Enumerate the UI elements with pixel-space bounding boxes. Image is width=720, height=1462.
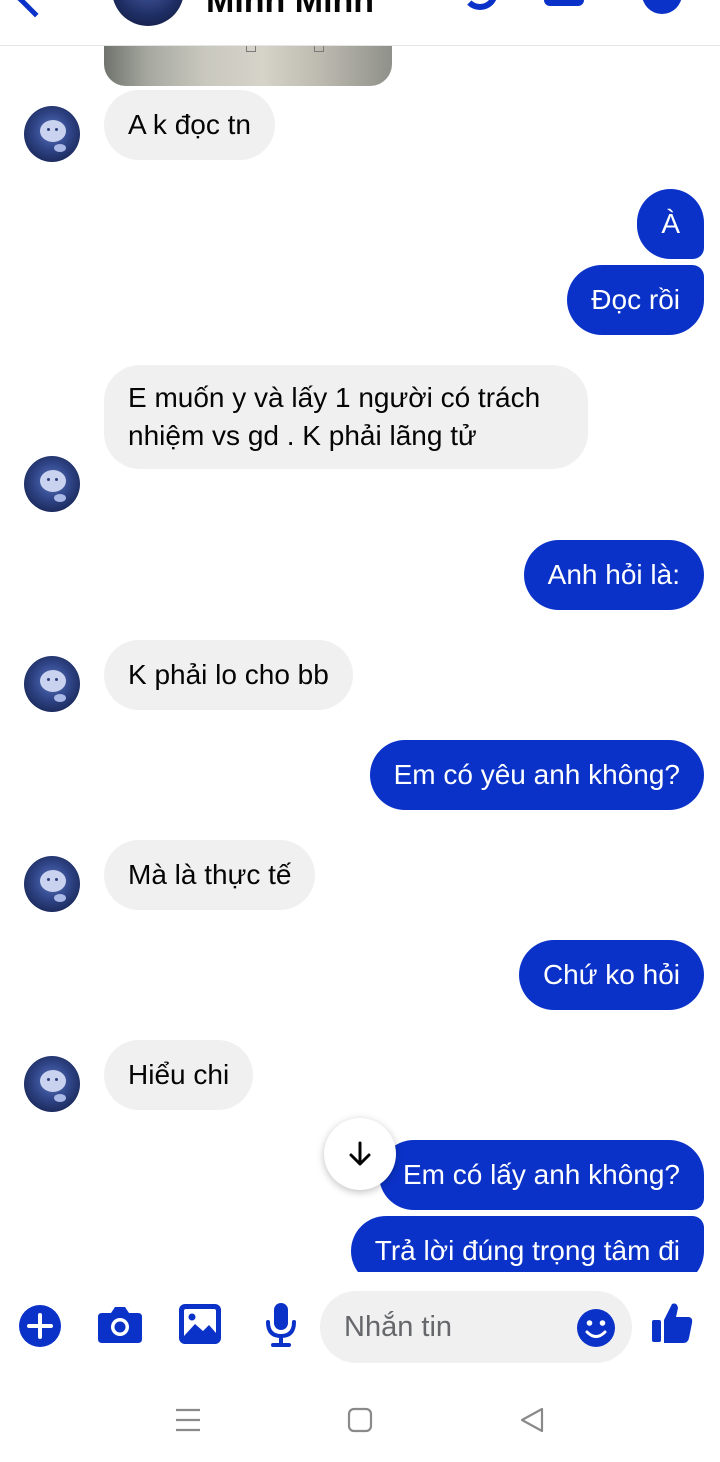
like-icon[interactable] — [650, 1300, 694, 1346]
incoming-message[interactable]: E muốn y và lấy 1 người có trách nhiệm v… — [104, 365, 588, 469]
sender-avatar[interactable] — [24, 1056, 80, 1112]
sender-avatar[interactable] — [24, 106, 80, 162]
sender-avatar[interactable] — [24, 856, 80, 912]
arrow-down-icon — [349, 1141, 371, 1166]
video-icon[interactable] — [544, 0, 584, 6]
menu-icon[interactable] — [174, 1406, 202, 1434]
incoming-message[interactable]: K phải lo cho bb — [104, 640, 353, 710]
info-icon[interactable] — [642, 0, 682, 14]
outgoing-message[interactable]: Trả lời đúng trọng tâm đi — [350, 1216, 704, 1272]
scroll-to-bottom-button[interactable] — [324, 1118, 396, 1190]
outgoing-message[interactable]: À — [637, 189, 704, 259]
image-detail — [314, 46, 324, 52]
back-icon[interactable] — [518, 1406, 546, 1434]
message-list[interactable]: A k đọc tn À Đọc rồi E muốn y và lấy 1 n… — [0, 46, 720, 1272]
phone-icon[interactable] — [462, 0, 498, 10]
back-arrow-icon[interactable] — [16, 0, 54, 18]
shared-screenshot-image[interactable] — [104, 46, 392, 86]
contact-name[interactable]: Minh Minh — [206, 0, 374, 21]
incoming-message[interactable]: Mà là thực tế — [104, 840, 316, 910]
microphone-icon[interactable] — [264, 1302, 298, 1348]
emoji-icon[interactable] — [576, 1308, 616, 1348]
sender-avatar[interactable] — [24, 656, 80, 712]
outgoing-message[interactable]: Em có lấy anh không? — [378, 1140, 704, 1210]
outgoing-message[interactable]: Anh hỏi là: — [523, 540, 704, 610]
home-icon[interactable] — [346, 1406, 374, 1434]
system-navigation-bar — [0, 1382, 720, 1462]
camera-icon[interactable] — [97, 1304, 143, 1344]
outgoing-message[interactable]: Chứ ko hỏi — [518, 940, 704, 1010]
image-icon[interactable] — [178, 1303, 222, 1345]
outgoing-message[interactable]: Em có yêu anh không? — [369, 740, 704, 810]
plus-icon[interactable] — [18, 1304, 62, 1348]
outgoing-message[interactable]: Đọc rồi — [567, 265, 704, 335]
image-detail — [246, 46, 256, 52]
incoming-message[interactable]: Hiểu chi — [104, 1040, 254, 1110]
contact-avatar[interactable] — [112, 0, 184, 26]
message-composer — [0, 1272, 720, 1382]
chat-header: Minh Minh — [0, 0, 720, 46]
sender-avatar[interactable] — [24, 456, 80, 512]
incoming-message[interactable]: A k đọc tn — [104, 90, 275, 160]
